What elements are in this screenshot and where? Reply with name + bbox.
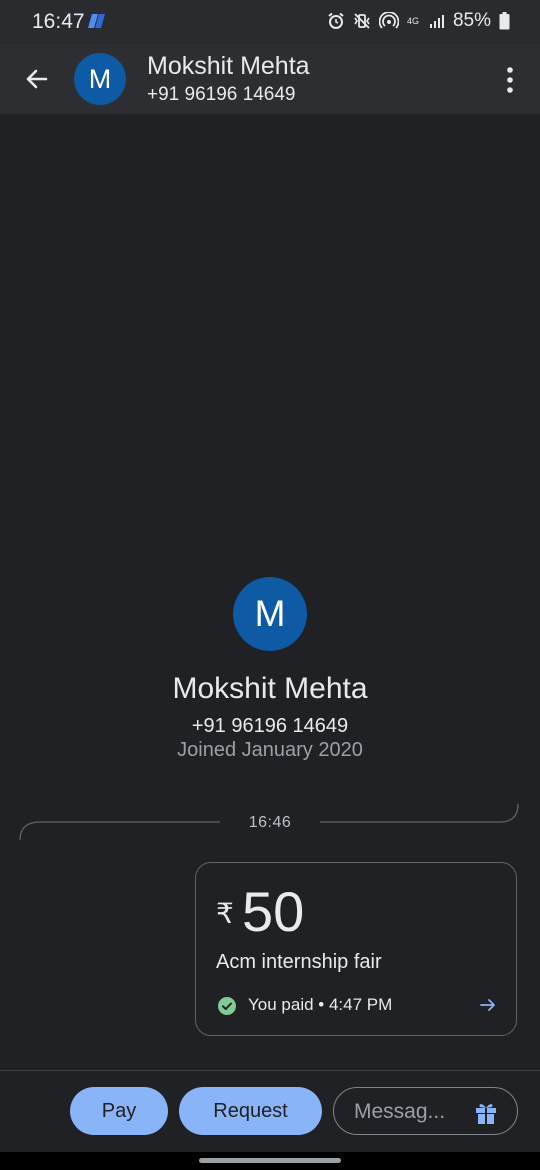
contact-name[interactable]: Mokshit Mehta [147,52,310,81]
back-arrow-icon [26,69,48,89]
back-button[interactable] [22,64,52,94]
arrow-forward-icon[interactable] [478,995,498,1015]
contact-phone: +91 96196 14649 [147,84,296,105]
message-placeholder: Messag... [354,1100,446,1123]
profile-avatar: M [233,577,307,651]
payment-amount: 50 [242,880,305,943]
payment-note: Acm internship fair [216,951,382,973]
app-bar: M Mokshit Mehta +91 96196 14649 [0,44,540,114]
payment-card[interactable]: ₹ 50 Acm internship fair You paid • 4:47… [195,862,517,1036]
check-circle-icon [218,997,236,1015]
signal-icon [429,13,445,29]
message-input[interactable]: Messag... [333,1087,518,1135]
contact-avatar[interactable]: M [74,53,126,105]
battery-percent: 85% [452,10,491,31]
hotspot-icon [378,12,399,30]
status-bar: 16:47 4G 85% [0,0,540,44]
alarm-icon [327,12,345,30]
status-indicators: 4G 85% [327,10,510,32]
network-type-label: 4G [406,15,419,26]
system-nav-bar [0,1152,540,1170]
request-button[interactable]: Request [179,1087,322,1135]
home-gesture-handle[interactable] [199,1158,341,1163]
currency-symbol: ₹ [216,898,234,929]
pay-button[interactable]: Pay [70,1087,168,1135]
divider-time: 16:46 [248,814,292,831]
profile-phone: +91 96196 14649 [191,715,349,737]
status-time: 16:47 [32,10,85,33]
gift-icon[interactable] [473,1099,499,1125]
battery-icon [499,12,510,30]
profile-joined: Joined January 2020 [177,739,363,761]
more-options-button[interactable] [502,64,518,96]
app-notification-icon [88,13,106,29]
more-vert-icon [507,67,513,93]
profile-name: Mokshit Mehta [172,672,368,705]
bottom-action-bar: Pay Request Messag... [0,1070,540,1153]
vibrate-mute-icon [353,12,371,30]
payment-status: You paid • 4:47 PM [248,995,393,1014]
chat-area[interactable]: M Mokshit Mehta +91 96196 14649 Joined J… [0,114,540,1070]
